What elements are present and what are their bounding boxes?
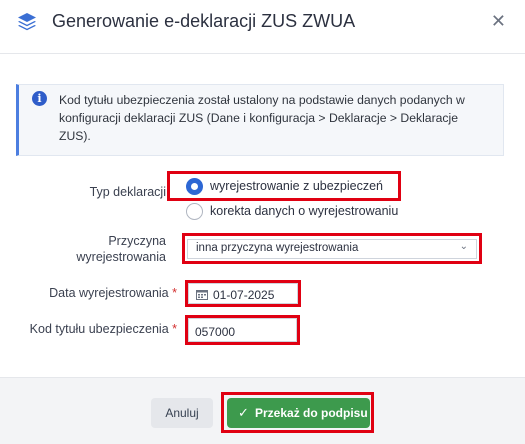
date-field[interactable]: 01-07-2025 (188, 283, 298, 304)
przyczyna-label-line2: wyrejestrowania (76, 250, 166, 264)
chevron-down-icon: ⌄ (459, 241, 468, 252)
required-mark: * (172, 286, 177, 300)
stack-layers-icon (18, 13, 36, 31)
kod-label: Kod tytułu ubezpieczenia * (10, 322, 177, 336)
header-divider (0, 53, 525, 54)
data-label: Data wyrejestrowania * (20, 286, 177, 300)
radio-wyrejestrowanie[interactable] (186, 178, 203, 195)
cancel-button[interactable]: Anuluj (151, 398, 213, 428)
data-label-text: Data wyrejestrowania (49, 286, 169, 300)
required-mark: * (172, 322, 177, 336)
kod-field-value: 057000 (195, 325, 236, 339)
info-icon: i (32, 91, 47, 106)
przyczyna-select[interactable]: inna przyczyna wyrejestrowania ⌄ (187, 239, 477, 259)
dialog-header: Generowanie e-deklaracji ZUS ZWUA ✕ (0, 0, 525, 46)
kod-field[interactable]: 057000 (188, 318, 297, 342)
radio-korekta-label: korekta danych o wyrejestrowaniu (210, 204, 399, 218)
przyczyna-select-value: inna przyczyna wyrejestrowania (196, 242, 359, 254)
close-icon[interactable]: ✕ (491, 12, 506, 30)
dialog: Generowanie e-deklaracji ZUS ZWUA ✕ i Ko… (0, 0, 525, 444)
typ-deklaracji-label: Typ deklaracji (89, 185, 166, 199)
calendar-icon (196, 290, 208, 300)
check-icon: ✓ (238, 405, 249, 420)
info-text: Kod tytułu ubezpieczenia został ustalony… (59, 93, 465, 143)
submit-button-label: Przekaż do podpisu (255, 406, 368, 420)
radio-korekta[interactable] (186, 203, 203, 220)
info-panel: i Kod tytułu ubezpieczenia został ustalo… (16, 84, 504, 156)
dialog-title: Generowanie e-deklaracji ZUS ZWUA (52, 11, 356, 31)
date-field-value: 01-07-2025 (213, 288, 275, 302)
kod-label-text: Kod tytułu ubezpieczenia (29, 322, 169, 336)
submit-button[interactable]: ✓ Przekaż do podpisu (227, 398, 370, 428)
przyczyna-label-line1: Przyczyna (108, 234, 166, 248)
radio-wyrejestrowanie-label: wyrejestrowanie z ubezpieczeń (210, 179, 384, 193)
